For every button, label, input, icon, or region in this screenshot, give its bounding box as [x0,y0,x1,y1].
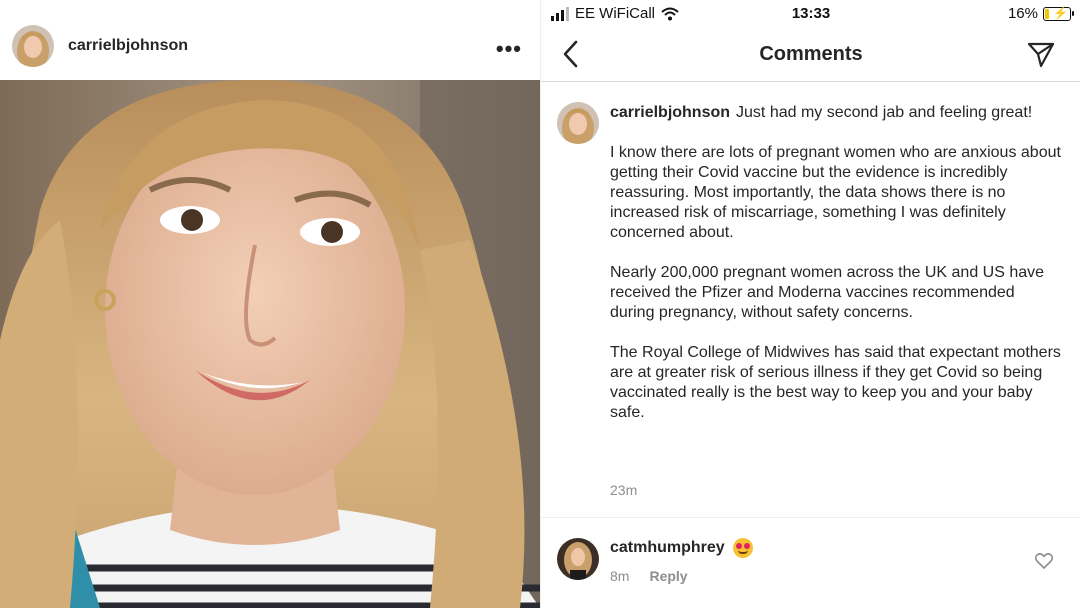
battery-percent: 16% [1007,5,1038,22]
caption-avatar[interactable] [557,102,599,144]
comments-panel: EE WiFiCall 13:33 16% ⚡ Comments carriel… [540,0,1080,608]
caption-paragraph: The Royal College of Midwives has said t… [610,344,1061,421]
caption-timestamp: 23m [610,482,638,498]
comments-nav: Comments [541,30,1080,82]
comment-username-line: catmhumphrey [610,538,753,558]
comment-meta: 8m Reply [610,568,688,584]
caption-username[interactable]: carrielbjohnson [610,104,730,121]
caption-paragraph: Nearly 200,000 pregnant women across the… [610,264,1045,321]
paper-plane-icon[interactable] [1027,42,1055,68]
comment-avatar[interactable] [557,538,599,580]
comment-timestamp: 8m [610,568,630,584]
heart-eyes-emoji-icon [732,538,753,558]
battery-fill [1045,8,1049,19]
post-header: carrielbjohnson ••• [0,14,540,78]
page-title: Comments [759,43,863,65]
reply-button[interactable]: Reply [649,568,687,584]
caption-text: carrielbjohnson Just had my second jab an… [610,103,1062,443]
heart-outline-icon[interactable] [1035,553,1053,569]
caption-first-paragraph: carrielbjohnson Just had my second jab an… [610,103,1062,123]
caption-first-line: Just had my second jab and feeling great… [736,104,1033,121]
post-avatar[interactable] [12,25,54,67]
status-time: 13:33 [791,5,831,22]
battery-icon: ⚡ [1043,5,1074,21]
charging-bolt-icon: ⚡ [1053,5,1068,20]
status-bar: EE WiFiCall 13:33 16% ⚡ [541,0,1080,28]
post-panel: carrielbjohnson ••• [0,0,540,608]
post-username[interactable]: carrielbjohnson [68,37,188,55]
comment-row: catmhumphrey 8m Reply [541,520,1080,608]
caption-paragraph: I know there are lots of pregnant women … [610,144,1061,241]
post-photo [0,80,540,608]
status-right: 16% ⚡ [1007,5,1074,22]
more-horizontal-icon[interactable]: ••• [496,36,522,62]
caption-comment: carrielbjohnson Just had my second jab an… [541,86,1080,518]
comment-username[interactable]: catmhumphrey [610,539,725,557]
